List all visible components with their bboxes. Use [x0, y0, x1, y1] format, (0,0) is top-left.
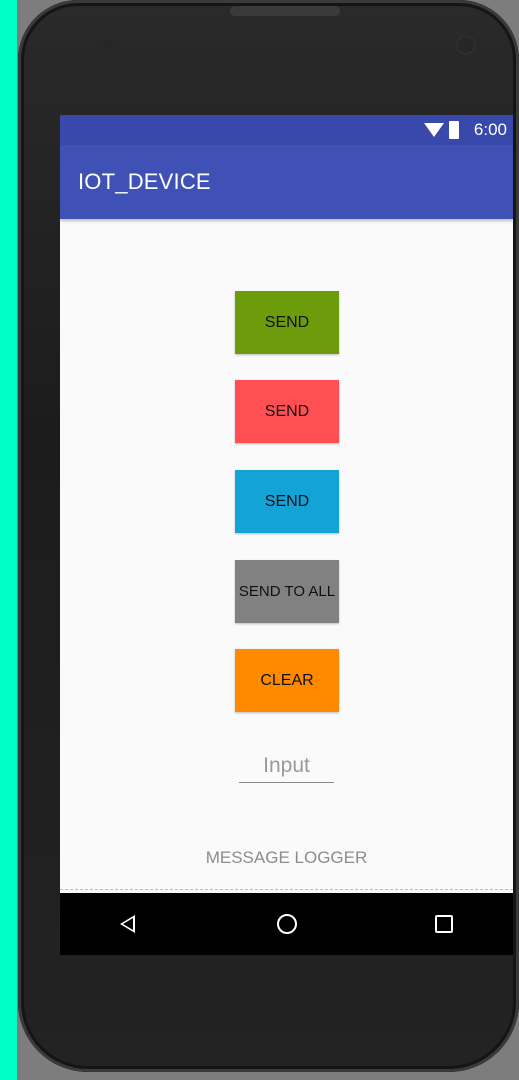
- send-button-1[interactable]: SEND: [235, 291, 339, 354]
- front-camera: [458, 37, 474, 53]
- back-icon-inner: [123, 918, 133, 930]
- sensor-dot: [103, 40, 113, 50]
- status-bar: 6:00: [60, 115, 513, 145]
- send-button-2[interactable]: SEND: [235, 380, 339, 443]
- message-input[interactable]: [239, 750, 334, 783]
- recents-icon[interactable]: [435, 915, 453, 933]
- send-to-all-button[interactable]: SEND TO ALL: [235, 560, 339, 623]
- app-title: IOT_DEVICE: [78, 169, 211, 194]
- send-button-3[interactable]: SEND: [235, 470, 339, 533]
- logger-divider: [60, 889, 513, 890]
- app-bar: IOT_DEVICE: [60, 145, 513, 219]
- earpiece-speaker: [230, 6, 340, 16]
- accent-strip: [0, 0, 17, 1080]
- clear-button[interactable]: CLEAR: [235, 649, 339, 712]
- battery-icon: [449, 121, 459, 139]
- home-icon[interactable]: [277, 914, 297, 934]
- device-screen: 6:00 IOT_DEVICE SEND SEND SEND SEND TO A…: [60, 115, 513, 955]
- message-logger-label: MESSAGE LOGGER: [205, 848, 368, 867]
- status-time: 6:00: [473, 120, 507, 139]
- phone-frame: 6:00 IOT_DEVICE SEND SEND SEND SEND TO A…: [18, 0, 519, 1072]
- wifi-icon: [424, 123, 444, 137]
- navigation-bar: [60, 893, 513, 955]
